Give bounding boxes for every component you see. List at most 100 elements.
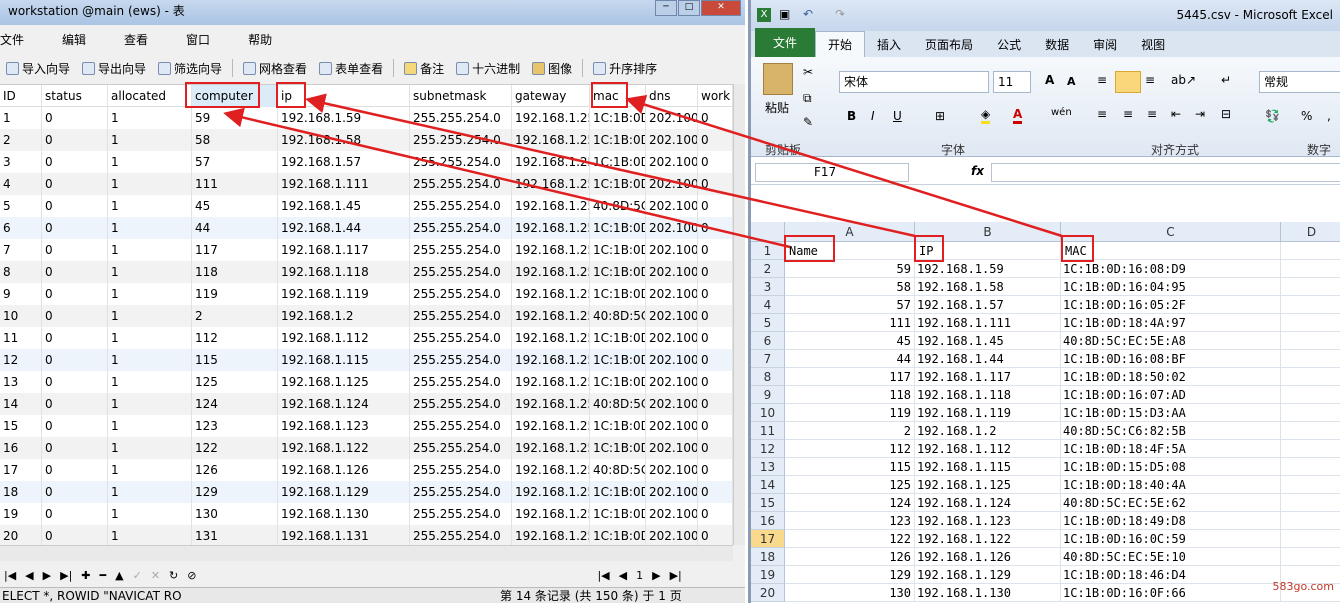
- grid-cell[interactable]: 255.255.254.0: [410, 327, 512, 349]
- table-row[interactable]: 9 0 1 119 192.168.1.119 255.255.254.0 192.168.…: [0, 283, 733, 305]
- hex-button[interactable]: 十六进制: [450, 60, 526, 77]
- grid-cell[interactable]: 125: [192, 371, 278, 393]
- row-number[interactable]: 16: [751, 512, 785, 530]
- grid-cell[interactable]: 126: [192, 459, 278, 481]
- grid-cell[interactable]: 202.100.: [646, 503, 698, 525]
- grid-cell[interactable]: 192.168.1.57: [278, 151, 410, 173]
- grid-cell[interactable]: 0: [42, 393, 108, 415]
- sheet-cell[interactable]: 192.168.1.123: [915, 512, 1061, 530]
- grid-cell[interactable]: 192.168.1.111: [278, 173, 410, 195]
- grid-cell[interactable]: 202.100.: [646, 107, 698, 129]
- grid-cell[interactable]: 202.100.: [646, 371, 698, 393]
- table-row[interactable]: 7 0 1 117 192.168.1.117 255.255.254.0 192.168.…: [0, 239, 733, 261]
- shrink-font-icon[interactable]: A: [1067, 75, 1076, 88]
- grid-cell[interactable]: 202.100.: [646, 239, 698, 261]
- grid-cell[interactable]: 202.100.: [646, 305, 698, 327]
- grid-cell[interactable]: 1C:1B:0D: [590, 437, 646, 459]
- grid-cell[interactable]: 202.100.: [646, 415, 698, 437]
- grid-cell[interactable]: 0: [698, 151, 733, 173]
- worksheet[interactable]: A B C D 1 Name IP MAC 2 59 192.168.1.59 1C:1B:0…: [751, 222, 1340, 603]
- currency-icon[interactable]: 💱: [1265, 109, 1280, 123]
- grid-cell[interactable]: 192.168.1.25: [512, 173, 590, 195]
- sheet-cell[interactable]: 40:8D:5C:EC:5E:62: [1061, 494, 1281, 512]
- grid-cell[interactable]: 192.168.1.126: [278, 459, 410, 481]
- sheet-row[interactable]: 6 45 192.168.1.45 40:8D:5C:EC:5E:A8: [751, 332, 1340, 350]
- grid-cell[interactable]: 119: [192, 283, 278, 305]
- grid-cell[interactable]: 192.168.1.25: [512, 481, 590, 503]
- grid-cell[interactable]: 192.168.1.25: [512, 503, 590, 525]
- name-box[interactable]: F17: [755, 163, 909, 182]
- grid-cell[interactable]: 130: [192, 503, 278, 525]
- grid-cell[interactable]: 192.168.1.25: [512, 437, 590, 459]
- sheet-cell[interactable]: 125: [785, 476, 915, 494]
- sheet-cell[interactable]: [1281, 242, 1340, 260]
- row-number[interactable]: 7: [751, 350, 785, 368]
- grid-cell[interactable]: 0: [42, 261, 108, 283]
- grid-cell[interactable]: 1: [108, 481, 192, 503]
- grid-cell[interactable]: 1C:1B:0D: [590, 349, 646, 371]
- grid-cell[interactable]: 0: [42, 459, 108, 481]
- grid-cell[interactable]: 0: [42, 305, 108, 327]
- sheet-cell[interactable]: 45: [785, 332, 915, 350]
- sheet-cell[interactable]: 129: [785, 566, 915, 584]
- grid-cell[interactable]: 255.255.254.0: [410, 481, 512, 503]
- grid-cell[interactable]: 1C:1B:0D: [590, 129, 646, 151]
- grid-cell[interactable]: 1C:1B:0D: [590, 481, 646, 503]
- grid-cell[interactable]: 255.255.254.0: [410, 195, 512, 217]
- col-header-a[interactable]: A: [785, 222, 915, 242]
- grid-cell[interactable]: 1C:1B:0D: [590, 525, 646, 545]
- fill-color-icon[interactable]: ◈: [981, 107, 991, 124]
- row-number[interactable]: 15: [751, 494, 785, 512]
- sheet-cell[interactable]: 192.168.1.130: [915, 584, 1061, 602]
- sheet-cell[interactable]: 123: [785, 512, 915, 530]
- sheet-cell[interactable]: [1281, 386, 1340, 404]
- page-last-icon[interactable]: ▶|: [670, 569, 682, 582]
- apply-icon[interactable]: ✓: [133, 569, 142, 582]
- sort-asc-button[interactable]: 升序排序: [587, 60, 663, 77]
- grid-cell[interactable]: 192.168.1.25: [512, 217, 590, 239]
- grid-cell[interactable]: 10: [0, 305, 42, 327]
- sheet-cell[interactable]: [1281, 476, 1340, 494]
- grid-cell[interactable]: 202.100.: [646, 195, 698, 217]
- sheet-row[interactable]: 7 44 192.168.1.44 1C:1B:0D:16:08:BF: [751, 350, 1340, 368]
- grid-cell[interactable]: 202.100.: [646, 349, 698, 371]
- sheet-row[interactable]: 14 125 192.168.1.125 1C:1B:0D:18:40:4A: [751, 476, 1340, 494]
- grid-cell[interactable]: 40:8D:5C: [590, 393, 646, 415]
- grid-cell[interactable]: 17: [0, 459, 42, 481]
- sheet-cell[interactable]: 44: [785, 350, 915, 368]
- grid-cell[interactable]: 192.168.1.112: [278, 327, 410, 349]
- sheet-cell[interactable]: 1C:1B:0D:18:46:D4: [1061, 566, 1281, 584]
- orientation-icon[interactable]: ab↗: [1171, 73, 1196, 87]
- grid-cell[interactable]: 192.168.1.131: [278, 525, 410, 545]
- grid-cell[interactable]: 0: [42, 129, 108, 151]
- sheet-cell[interactable]: [1281, 332, 1340, 350]
- grid-cell[interactable]: 202.100.: [646, 525, 698, 545]
- sheet-row[interactable]: 13 115 192.168.1.115 1C:1B:0D:15:D5:08: [751, 458, 1340, 476]
- copy-icon[interactable]: ⧉: [803, 91, 812, 106]
- table-row[interactable]: 2 0 1 58 192.168.1.58 255.255.254.0 192.168.1.…: [0, 129, 733, 151]
- sheet-cell[interactable]: 192.168.1.2: [915, 422, 1061, 440]
- sheet-cell[interactable]: 192.168.1.112: [915, 440, 1061, 458]
- table-row[interactable]: 6 0 1 44 192.168.1.44 255.255.254.0 192.168.1.…: [0, 217, 733, 239]
- grid-cell[interactable]: 0: [698, 415, 733, 437]
- row-number[interactable]: 17: [751, 530, 785, 548]
- grid-cell[interactable]: 0: [42, 481, 108, 503]
- grid-cell[interactable]: 192.168.1.25: [512, 261, 590, 283]
- grid-cell[interactable]: 0: [42, 371, 108, 393]
- col-header-c[interactable]: C: [1061, 222, 1281, 242]
- grid-cell[interactable]: 11: [0, 327, 42, 349]
- grid-cell[interactable]: 202.100.: [646, 393, 698, 415]
- grid-cell[interactable]: 0: [698, 283, 733, 305]
- grid-cell[interactable]: 0: [698, 327, 733, 349]
- grid-cell[interactable]: 122: [192, 437, 278, 459]
- sheet-cell[interactable]: 1C:1B:0D:15:D5:08: [1061, 458, 1281, 476]
- grid-cell[interactable]: 202.100.: [646, 217, 698, 239]
- grid-cell[interactable]: 118: [192, 261, 278, 283]
- sheet-cell[interactable]: 112: [785, 440, 915, 458]
- sheet-cell[interactable]: 192.168.1.126: [915, 548, 1061, 566]
- grid-cell[interactable]: 1: [108, 261, 192, 283]
- col-header-b[interactable]: B: [915, 222, 1061, 242]
- grid-cell[interactable]: 255.255.254.0: [410, 129, 512, 151]
- grid-cell[interactable]: 8: [0, 261, 42, 283]
- grid-header-row[interactable]: ID status allocated computer ip subnetmask gat…: [0, 85, 733, 107]
